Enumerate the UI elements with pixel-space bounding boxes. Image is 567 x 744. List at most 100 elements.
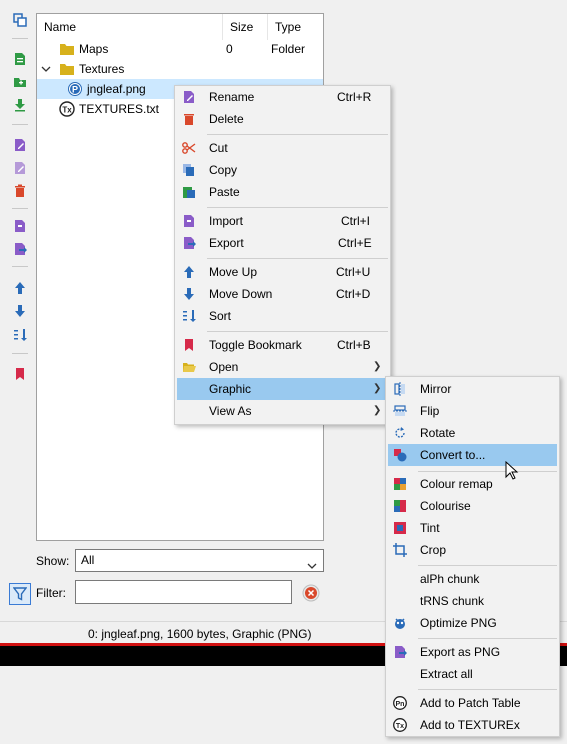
menu-item-flip[interactable]: Flip	[388, 400, 557, 422]
menu-item-paste[interactable]: Paste	[177, 181, 388, 203]
chevron-down-icon	[307, 556, 317, 577]
menu-item-move-down[interactable]: Move Down Ctrl+D	[177, 283, 388, 305]
column-header-name[interactable]: Name	[37, 14, 223, 40]
new-entry-icon[interactable]	[12, 51, 28, 67]
filter-toggle-button[interactable]	[9, 583, 31, 605]
menu-item-extract-all[interactable]: Extract all	[388, 663, 557, 685]
menu-item-alph-chunk[interactable]: alPh chunk	[388, 568, 557, 590]
menu-item-label: Colourise	[420, 499, 471, 513]
menu-item-convert-to[interactable]: Convert to...	[388, 444, 557, 466]
menu-item-label: Extract all	[420, 667, 473, 681]
menu-item-shortcut: Ctrl+E	[338, 236, 372, 250]
colourise-icon	[393, 499, 407, 513]
menu-item-label: Add to TEXTUREx	[420, 718, 520, 732]
filter-input[interactable]	[75, 580, 292, 604]
sort-icon[interactable]	[12, 327, 28, 343]
menu-item-import[interactable]: Import Ctrl+I	[177, 210, 388, 232]
rotate-icon	[393, 426, 407, 440]
tree-row[interactable]: Maps 0 Folder	[37, 39, 323, 59]
clear-filter-button[interactable]	[301, 583, 321, 603]
import-icon[interactable]	[12, 218, 28, 234]
menu-item-shortcut: Ctrl+U	[336, 265, 371, 279]
column-header-size[interactable]: Size	[223, 14, 268, 40]
bookmark-icon[interactable]	[12, 366, 28, 382]
menu-item-sort[interactable]: Sort	[177, 305, 388, 327]
menu-item-label: Export	[209, 236, 244, 250]
menu-item-rotate[interactable]: Rotate	[388, 422, 557, 444]
menu-item-label: Paste	[209, 185, 240, 199]
move-up-icon[interactable]	[12, 280, 28, 296]
menu-item-label: Export as PNG	[420, 645, 501, 659]
crop-icon	[393, 543, 407, 557]
mouse-cursor-icon	[505, 460, 519, 481]
menu-item-mirror[interactable]: Mirror	[388, 378, 557, 400]
menu-item-tint[interactable]: Tint	[388, 517, 557, 539]
filter-icon	[13, 587, 27, 601]
menu-item-view-as[interactable]: View As ❯	[177, 400, 388, 422]
menu-item-label: Rename	[209, 90, 255, 104]
menu-item-copy[interactable]: Copy	[177, 159, 388, 181]
menu-item-label: Delete	[209, 112, 244, 126]
menu-item-shortcut: Ctrl+I	[341, 214, 371, 228]
import-files-icon[interactable]	[12, 97, 28, 113]
move-down-icon[interactable]	[12, 303, 28, 319]
menu-item-label: Toggle Bookmark	[209, 338, 302, 352]
menu-item-colourise[interactable]: Colourise	[388, 495, 557, 517]
menu-item-label: alPh chunk	[420, 572, 480, 586]
export-png-icon	[393, 645, 407, 659]
menu-item-crop[interactable]: Crop	[388, 539, 557, 561]
copy-entries-icon[interactable]	[12, 12, 28, 28]
tree-row-name: jngleaf.png	[87, 82, 146, 96]
column-header-type[interactable]: Type	[268, 14, 323, 40]
menu-item-rename[interactable]: Rename Ctrl+R	[177, 86, 388, 108]
menu-item-add-to-patch-table[interactable]: Pn Add to Patch Table	[388, 692, 557, 714]
rename-each-icon[interactable]	[12, 160, 28, 176]
menu-item-label: Add to Patch Table	[420, 696, 521, 710]
menu-item-trns-chunk[interactable]: tRNS chunk	[388, 590, 557, 612]
menu-item-shortcut: Ctrl+B	[337, 338, 371, 352]
svg-text:Pn: Pn	[396, 701, 405, 708]
rename-icon[interactable]	[12, 137, 28, 153]
tint-icon	[393, 521, 407, 535]
menu-item-label: Graphic	[209, 382, 252, 396]
menu-item-label: Cut	[209, 141, 228, 155]
menu-item-export-as-png[interactable]: Export as PNG	[388, 641, 557, 663]
mirror-icon	[393, 382, 407, 396]
show-dropdown[interactable]: All	[75, 549, 324, 572]
menu-item-label: Convert to...	[420, 448, 486, 462]
menu-item-open[interactable]: Open ❯	[177, 356, 388, 378]
menu-item-label: Mirror	[420, 382, 452, 396]
svg-text:Tx: Tx	[62, 106, 72, 115]
texturex-icon: Tx	[393, 718, 407, 732]
clear-icon	[302, 584, 320, 602]
menu-item-label: Sort	[209, 309, 232, 323]
entry-context-menu: Rename Ctrl+R Delete Cut Copy Paste Impo…	[174, 85, 391, 425]
menu-item-optimize-png[interactable]: Optimize PNG	[388, 612, 557, 634]
menu-item-label: tRNS chunk	[420, 594, 485, 608]
copy-icon	[182, 163, 196, 177]
menu-item-toggle-bookmark[interactable]: Toggle Bookmark Ctrl+B	[177, 334, 388, 356]
menu-item-label: Copy	[209, 163, 238, 177]
optimize-png-icon	[393, 616, 407, 630]
texture-file-icon: Tx	[59, 101, 75, 123]
menu-item-move-up[interactable]: Move Up Ctrl+U	[177, 261, 388, 283]
menu-item-label: Colour remap	[420, 477, 493, 491]
show-dropdown-value: All	[81, 553, 95, 567]
submenu-arrow-icon: ❯	[373, 405, 382, 416]
move-down-icon	[182, 287, 196, 301]
menu-item-export[interactable]: Export Ctrl+E	[177, 232, 388, 254]
menu-item-shortcut: Ctrl+R	[337, 90, 372, 104]
new-folder-icon[interactable]	[12, 74, 28, 90]
submenu-arrow-icon: ❯	[373, 361, 382, 372]
patch-table-icon: Pn	[393, 696, 407, 710]
move-up-icon	[182, 265, 196, 279]
menu-item-graphic[interactable]: Graphic ❯	[177, 378, 388, 400]
menu-item-cut[interactable]: Cut	[177, 137, 388, 159]
delete-icon[interactable]	[12, 183, 28, 199]
menu-item-label: Import	[209, 214, 244, 228]
export-icon[interactable]	[12, 241, 28, 257]
menu-item-colour-remap[interactable]: Colour remap	[388, 473, 557, 495]
menu-item-delete[interactable]: Delete	[177, 108, 388, 130]
tree-row[interactable]: Textures	[37, 59, 323, 79]
menu-item-add-to-texturex[interactable]: Tx Add to TEXTUREx	[388, 714, 557, 736]
